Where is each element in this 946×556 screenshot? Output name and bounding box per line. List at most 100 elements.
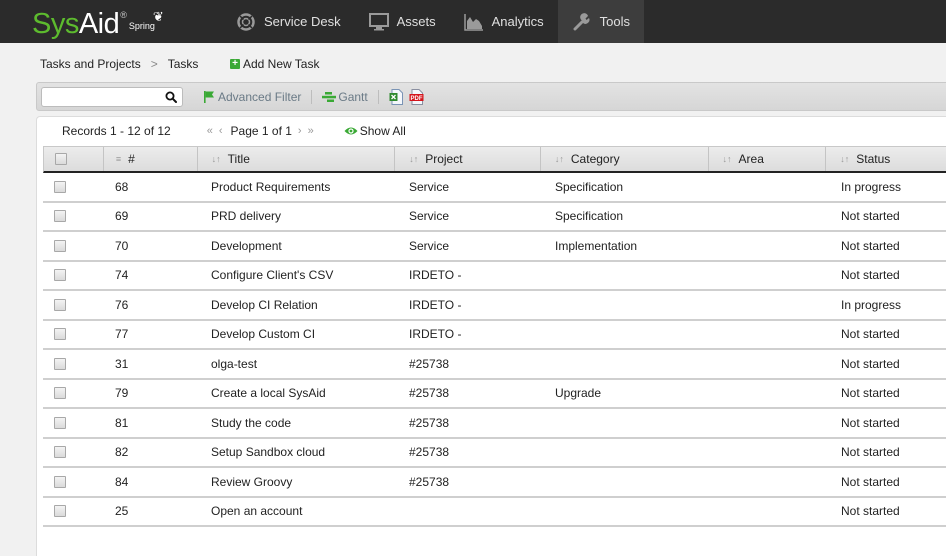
cell-status: Not started bbox=[841, 386, 900, 401]
excel-export-icon[interactable] bbox=[389, 88, 403, 105]
column-header-category[interactable]: ↓↑ Category bbox=[541, 147, 709, 171]
cell-project: IRDETO - bbox=[409, 297, 462, 312]
sort-icon: ↓↑ bbox=[409, 154, 419, 164]
first-page-button[interactable]: « bbox=[207, 125, 213, 137]
breadcrumb: Tasks and Projects > Tasks bbox=[40, 57, 198, 71]
tasks-panel: Records 1 - 12 of 12 « ‹ Page 1 of 1 › »… bbox=[36, 116, 946, 556]
sort-icon: ↓↑ bbox=[722, 154, 732, 164]
nav-item-assets[interactable]: Assets bbox=[355, 0, 450, 43]
pdf-export-icon[interactable]: PDF bbox=[409, 88, 424, 105]
cell-status: Not started bbox=[841, 268, 900, 283]
table-row[interactable]: 25 Open an account Not started bbox=[43, 498, 946, 527]
cell-status: Not started bbox=[841, 474, 900, 489]
prev-page-button[interactable]: ‹ bbox=[219, 125, 223, 137]
show-all-button[interactable]: Show All bbox=[344, 124, 406, 138]
cell-project: Service bbox=[409, 209, 450, 224]
gantt-button[interactable]: Gantt bbox=[322, 89, 368, 104]
row-select-cell bbox=[43, 446, 103, 459]
table-row[interactable]: 76 Develop CI Relation IRDETO - In progress bbox=[43, 291, 946, 321]
table-row[interactable]: 70 Development Service Implementation Not st… bbox=[43, 232, 946, 262]
row-checkbox[interactable] bbox=[54, 239, 66, 252]
plus-icon: + bbox=[230, 59, 240, 69]
flag-icon bbox=[204, 90, 215, 103]
records-count: Records 1 - 12 of 12 bbox=[62, 124, 171, 138]
cell-project: #25738 bbox=[409, 386, 450, 401]
table-row[interactable]: 31 olga-test #25738 Not started bbox=[43, 350, 946, 380]
table-row[interactable]: 74 Configure Client's CSV IRDETO - Not star… bbox=[43, 262, 946, 291]
cell-project: #25738 bbox=[409, 474, 450, 489]
add-new-task-button[interactable]: + Add New Task bbox=[230, 57, 319, 71]
table-row[interactable]: 84 Review Groovy #25738 Not started bbox=[43, 468, 946, 498]
last-page-button[interactable]: » bbox=[308, 125, 314, 137]
cell-project: #25738 bbox=[409, 445, 450, 460]
column-header-title[interactable]: ↓↑ Title bbox=[198, 147, 396, 171]
cell-project: IRDETO - bbox=[409, 327, 462, 342]
cell-title: PRD delivery bbox=[211, 209, 282, 224]
column-header-area[interactable]: ↓↑ Area bbox=[709, 147, 827, 171]
row-checkbox[interactable] bbox=[54, 475, 66, 488]
table-row[interactable]: 69 PRD delivery Service Specification Not st… bbox=[43, 203, 946, 232]
cell-id: 69 bbox=[115, 209, 129, 224]
table-row[interactable]: 79 Create a local SysAid #25738 Upgrade Not … bbox=[43, 380, 946, 409]
row-checkbox[interactable] bbox=[54, 210, 66, 223]
cell-id: 81 bbox=[115, 415, 129, 430]
cell-status: In progress bbox=[841, 179, 902, 194]
row-select-cell bbox=[43, 210, 103, 223]
list-toolbar: Advanced Filter Gantt PDF bbox=[36, 82, 946, 111]
cell-id: 68 bbox=[115, 179, 129, 194]
column-header-status[interactable]: ↓↑ Status bbox=[826, 147, 946, 171]
nav-item-analytics[interactable]: Analytics bbox=[450, 0, 558, 43]
cell-status: In progress bbox=[841, 297, 902, 312]
table-row[interactable]: 77 Develop Custom CI IRDETO - Not started bbox=[43, 321, 946, 350]
cell-project: Service bbox=[409, 179, 450, 194]
gantt-icon bbox=[322, 91, 337, 102]
advanced-filter-button[interactable]: Advanced Filter bbox=[204, 90, 301, 104]
column-header-project[interactable]: ↓↑ Project bbox=[395, 147, 541, 171]
header-select-all bbox=[44, 147, 104, 171]
cell-id: 76 bbox=[115, 297, 129, 312]
select-all-checkbox[interactable] bbox=[55, 153, 67, 165]
next-page-button[interactable]: › bbox=[298, 125, 302, 137]
row-checkbox[interactable] bbox=[54, 298, 66, 311]
cell-category: Implementation bbox=[555, 238, 638, 253]
row-checkbox[interactable] bbox=[54, 416, 66, 429]
cell-title: Develop Custom CI bbox=[211, 327, 316, 342]
table-body: 68 Product Requirements Service Specificati… bbox=[43, 173, 946, 527]
row-checkbox[interactable] bbox=[54, 269, 66, 282]
cell-id: 79 bbox=[115, 386, 129, 401]
nav-item-service-desk[interactable]: Service Desk bbox=[222, 0, 355, 43]
table-row[interactable]: 68 Product Requirements Service Specificati… bbox=[43, 173, 946, 203]
sort-icon: ↓↑ bbox=[840, 154, 850, 164]
row-checkbox[interactable] bbox=[54, 357, 66, 370]
nav-label: Service Desk bbox=[264, 14, 341, 29]
row-checkbox[interactable] bbox=[54, 328, 66, 341]
search-input[interactable] bbox=[42, 87, 162, 106]
wrench-icon bbox=[572, 12, 592, 31]
eye-icon bbox=[344, 126, 358, 136]
cell-title: Develop CI Relation bbox=[211, 297, 318, 312]
breadcrumb-parent-link[interactable]: Tasks and Projects bbox=[40, 57, 141, 71]
table-row[interactable]: 82 Setup Sandbox cloud #25738 Not started bbox=[43, 439, 946, 468]
row-checkbox[interactable] bbox=[54, 180, 66, 193]
monitor-icon bbox=[368, 12, 389, 31]
row-select-cell bbox=[43, 328, 103, 341]
gantt-label: Gantt bbox=[338, 89, 368, 104]
show-all-label: Show All bbox=[359, 124, 406, 138]
cell-title: Setup Sandbox cloud bbox=[211, 445, 326, 460]
cell-status: Not started bbox=[841, 209, 900, 224]
search-icon[interactable] bbox=[165, 91, 177, 103]
row-checkbox[interactable] bbox=[54, 446, 66, 459]
table-row[interactable]: 81 Study the code #25738 Not started bbox=[43, 409, 946, 439]
cell-category: Specification bbox=[555, 179, 624, 194]
sysaid-logo[interactable]: SysAid ® Spring ❦ bbox=[32, 4, 164, 40]
column-header-id[interactable]: ≡ # bbox=[104, 147, 198, 171]
row-select-cell bbox=[43, 298, 103, 311]
table-header: ≡ # ↓↑ Title ↓↑ Project ↓↑ Category ↓↑ A… bbox=[43, 146, 946, 173]
row-checkbox[interactable] bbox=[54, 387, 66, 400]
cell-status: Not started bbox=[841, 327, 900, 342]
row-select-cell bbox=[43, 387, 103, 400]
cell-title: olga-test bbox=[211, 356, 258, 371]
row-checkbox[interactable] bbox=[54, 505, 66, 518]
toolbar-divider bbox=[377, 89, 379, 104]
nav-item-tools[interactable]: Tools bbox=[557, 0, 644, 43]
